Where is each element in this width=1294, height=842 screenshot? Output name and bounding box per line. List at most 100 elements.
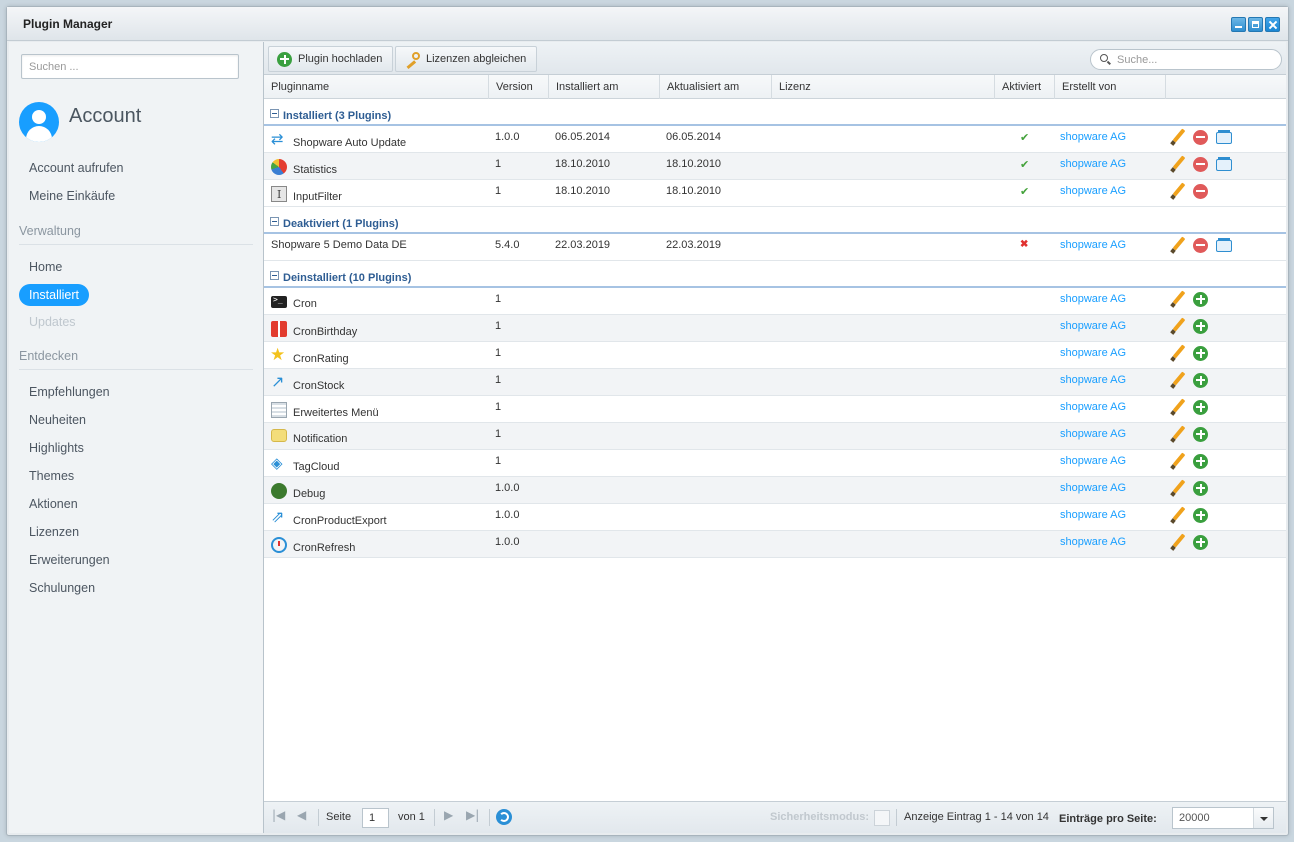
- edit-icon[interactable]: [1170, 480, 1186, 496]
- edit-icon[interactable]: [1170, 183, 1186, 199]
- group-header[interactable]: Deaktiviert (1 Plugins): [264, 207, 1286, 234]
- last-page-icon[interactable]: ▶|: [466, 808, 479, 822]
- table-row[interactable]: CronProductExport 1.0.0 shopware AG: [264, 504, 1286, 531]
- nav-schulungen[interactable]: Schulungen: [29, 581, 95, 595]
- table-row[interactable]: Statistics 1 18.10.2010 18.10.2010 ✔ shopware…: [264, 153, 1286, 180]
- grid-search-field[interactable]: [1090, 49, 1282, 70]
- edit-icon[interactable]: [1170, 507, 1186, 523]
- author-link[interactable]: shopware AG: [1060, 347, 1126, 359]
- edit-icon[interactable]: [1170, 318, 1186, 334]
- uninstall-icon[interactable]: [1193, 156, 1208, 172]
- upload-plugin-button[interactable]: Plugin hochladen: [268, 46, 394, 72]
- nav-updates[interactable]: Updates: [29, 315, 76, 329]
- author-link[interactable]: shopware AG: [1060, 131, 1126, 143]
- nav-erweiterungen[interactable]: Erweiterungen: [29, 553, 110, 567]
- table-row[interactable]: CronRefresh 1.0.0 shopware AG: [264, 531, 1286, 558]
- per-page-select[interactable]: 20000: [1172, 807, 1274, 829]
- nav-themes[interactable]: Themes: [29, 469, 74, 483]
- edit-icon[interactable]: [1170, 453, 1186, 469]
- update-icon[interactable]: [1215, 156, 1233, 172]
- table-row[interactable]: CronStock 1 shopware AG: [264, 369, 1286, 396]
- window-titlebar[interactable]: Plugin Manager: [7, 7, 1288, 41]
- install-icon[interactable]: [1193, 291, 1208, 307]
- table-row[interactable]: Erweitertes Menü 1 shopware AG: [264, 396, 1286, 423]
- first-page-icon[interactable]: |◀: [272, 808, 285, 822]
- refresh-icon[interactable]: [496, 809, 512, 825]
- author-link[interactable]: shopware AG: [1060, 482, 1126, 494]
- table-row[interactable]: CronBirthday 1 shopware AG: [264, 315, 1286, 342]
- maximize-button[interactable]: [1248, 17, 1263, 32]
- author-link[interactable]: shopware AG: [1060, 455, 1126, 467]
- sidebar-search-input[interactable]: [21, 54, 239, 79]
- install-icon[interactable]: [1193, 372, 1208, 388]
- table-row[interactable]: InputFilter 1 18.10.2010 18.10.2010 ✔ shopwar…: [264, 180, 1286, 207]
- column-version[interactable]: Version: [489, 75, 549, 99]
- column-aktiviert[interactable]: Aktiviert: [995, 75, 1055, 99]
- table-row[interactable]: Notification 1 shopware AG: [264, 423, 1286, 450]
- install-icon[interactable]: [1193, 399, 1208, 415]
- column-aktualisiert-am[interactable]: Aktualisiert am: [660, 75, 772, 99]
- edit-icon[interactable]: [1170, 291, 1186, 307]
- update-icon[interactable]: [1215, 237, 1233, 253]
- author-link[interactable]: shopware AG: [1060, 185, 1126, 197]
- edit-icon[interactable]: [1170, 372, 1186, 388]
- install-icon[interactable]: [1193, 426, 1208, 442]
- nav-lizenzen[interactable]: Lizenzen: [29, 525, 79, 539]
- edit-icon[interactable]: [1170, 345, 1186, 361]
- uninstall-icon[interactable]: [1193, 237, 1208, 253]
- previous-page-icon[interactable]: ◀: [297, 808, 306, 822]
- column-erstellt-von[interactable]: Erstellt von: [1055, 75, 1166, 99]
- table-row[interactable]: Shopware 5 Demo Data DE 5.4.0 22.03.2019 22…: [264, 234, 1286, 261]
- collapse-icon[interactable]: [270, 109, 279, 118]
- nav-highlights[interactable]: Highlights: [29, 441, 84, 455]
- install-icon[interactable]: [1193, 534, 1208, 550]
- install-icon[interactable]: [1193, 480, 1208, 496]
- author-link[interactable]: shopware AG: [1060, 509, 1126, 521]
- edit-icon[interactable]: [1170, 156, 1186, 172]
- install-icon[interactable]: [1193, 318, 1208, 334]
- author-link[interactable]: shopware AG: [1060, 293, 1126, 305]
- nav-empfehlungen[interactable]: Empfehlungen: [29, 385, 110, 399]
- uninstall-icon[interactable]: [1193, 183, 1208, 199]
- edit-icon[interactable]: [1170, 129, 1186, 145]
- author-link[interactable]: shopware AG: [1060, 401, 1126, 413]
- author-link[interactable]: shopware AG: [1060, 320, 1126, 332]
- collapse-icon[interactable]: [270, 271, 279, 280]
- close-button[interactable]: [1265, 17, 1280, 32]
- nav-home[interactable]: Home: [29, 260, 62, 274]
- author-link[interactable]: shopware AG: [1060, 536, 1126, 548]
- column-pluginname[interactable]: Pluginname: [264, 75, 489, 99]
- table-row[interactable]: Debug 1.0.0 shopware AG: [264, 477, 1286, 504]
- next-page-icon[interactable]: ▶: [444, 808, 453, 822]
- author-link[interactable]: shopware AG: [1060, 428, 1126, 440]
- page-number-input[interactable]: [362, 808, 389, 828]
- install-icon[interactable]: [1193, 453, 1208, 469]
- install-icon[interactable]: [1193, 507, 1208, 523]
- update-icon[interactable]: [1215, 129, 1233, 145]
- column-installiert-am[interactable]: Installiert am: [549, 75, 660, 99]
- nav-aktionen[interactable]: Aktionen: [29, 497, 78, 511]
- author-link[interactable]: shopware AG: [1060, 374, 1126, 386]
- nav-installiert[interactable]: Installiert: [19, 284, 90, 306]
- group-header[interactable]: Installiert (3 Plugins): [264, 99, 1286, 126]
- table-row[interactable]: Cron 1 shopware AG: [264, 288, 1286, 315]
- install-icon[interactable]: [1193, 345, 1208, 361]
- collapse-icon[interactable]: [270, 217, 279, 226]
- grid-search-input[interactable]: [1117, 52, 1273, 67]
- table-row[interactable]: TagCloud 1 shopware AG: [264, 450, 1286, 477]
- group-header[interactable]: Deinstalliert (10 Plugins): [264, 261, 1286, 288]
- edit-icon[interactable]: [1170, 426, 1186, 442]
- author-link[interactable]: shopware AG: [1060, 158, 1126, 170]
- column-lizenz[interactable]: Lizenz: [772, 75, 995, 99]
- edit-icon[interactable]: [1170, 237, 1186, 253]
- edit-icon[interactable]: [1170, 399, 1186, 415]
- nav-account-aufrufen[interactable]: Account aufrufen: [29, 161, 124, 175]
- edit-icon[interactable]: [1170, 534, 1186, 550]
- uninstall-icon[interactable]: [1193, 129, 1208, 145]
- minimize-button[interactable]: [1231, 17, 1246, 32]
- chevron-down-icon[interactable]: [1253, 808, 1273, 828]
- table-row[interactable]: CronRating 1 shopware AG: [264, 342, 1286, 369]
- nav-neuheiten[interactable]: Neuheiten: [29, 413, 86, 427]
- author-link[interactable]: shopware AG: [1060, 239, 1126, 251]
- table-row[interactable]: Shopware Auto Update 1.0.0 06.05.2014 06.05…: [264, 126, 1286, 153]
